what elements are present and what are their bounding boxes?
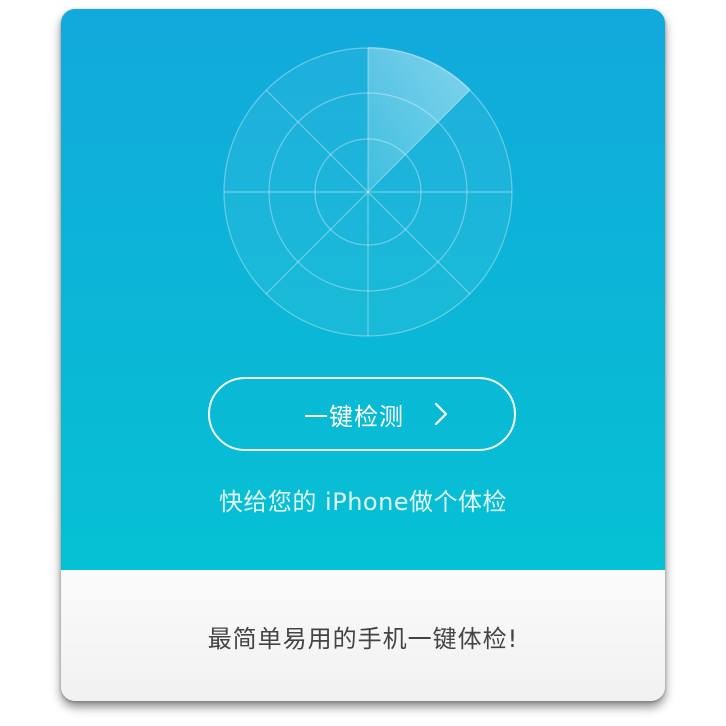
- footer-panel: 最简单易用的手机一键体检!: [61, 570, 665, 701]
- radar-icon: [223, 47, 513, 337]
- hero-panel: 一键检测 快给您的 iPhone做个体检: [61, 9, 665, 570]
- chevron-right-icon: [434, 402, 448, 426]
- one-click-scan-button[interactable]: 一键检测: [208, 377, 516, 451]
- tagline: 快给您的 iPhone做个体检: [218, 488, 508, 516]
- promo-card: 一键检测 快给您的 iPhone做个体检 最简单易用的手机一键体检!: [61, 9, 665, 701]
- footer-slogan: 最简单易用的手机一键体检!: [207, 625, 519, 653]
- scan-button-label: 一键检测: [304, 402, 404, 431]
